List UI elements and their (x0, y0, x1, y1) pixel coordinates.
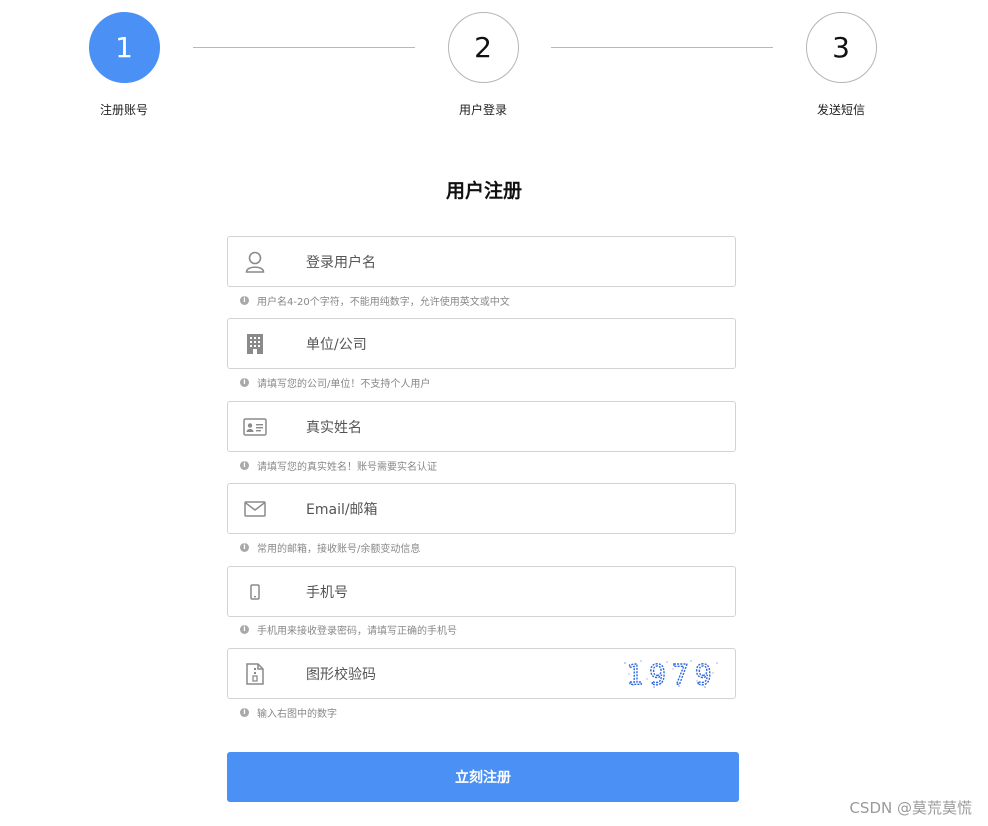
info-icon: i (240, 708, 249, 717)
id-card-icon (242, 414, 268, 440)
company-hint-text: 请填写您的公司/单位！不支持个人用户 (257, 379, 431, 390)
realname-field[interactable] (227, 401, 736, 452)
watermark: CSDN @莫荒莫慌 (849, 799, 972, 817)
phone-field[interactable] (227, 566, 736, 617)
step-2-circle: 2 (447, 12, 519, 83)
username-hint-text: 用户名4-20个字符，不能用纯数字，允许使用英文或中文 (257, 297, 510, 308)
step-1-circle: 1 (88, 12, 160, 83)
mail-icon (242, 496, 268, 522)
realname-input[interactable] (304, 412, 608, 444)
step-1-label: 注册账号 (99, 103, 148, 117)
captcha-image[interactable]: 1979 (621, 657, 723, 691)
step-3-circle: 3 (805, 12, 877, 83)
document-icon (242, 661, 268, 687)
realname-hint-text: 请填写您的真实姓名！账号需要实名认证 (257, 462, 437, 473)
registration-page: 1 注册账号 2 用户登录 3 发送短信 用户注册 i 用户名4-20个字符，不… (0, 0, 988, 826)
step-3-label: 发送短信 (816, 103, 865, 117)
phone-input[interactable] (304, 577, 608, 609)
email-hint: i 常用的邮箱，接收账号/余额变动信息 (240, 540, 420, 555)
username-input[interactable] (304, 247, 608, 279)
step-1: 1 注册账号 (64, 12, 184, 118)
username-hint: i 用户名4-20个字符，不能用纯数字，允许使用英文或中文 (240, 293, 510, 308)
email-hint-text: 常用的邮箱，接收账号/余额变动信息 (257, 544, 421, 555)
register-button[interactable]: 立刻注册 (227, 752, 739, 802)
step-2: 2 用户登录 (423, 12, 543, 118)
info-icon: i (240, 296, 249, 305)
company-hint: i 请填写您的公司/单位！不支持个人用户 (240, 375, 430, 390)
step-connector-1 (193, 47, 415, 48)
page-title: 用户注册 (445, 180, 522, 202)
info-icon: i (240, 543, 249, 552)
mobile-icon (242, 579, 268, 605)
captcha-field[interactable]: 1979 (227, 648, 736, 699)
email-input[interactable] (304, 494, 608, 526)
company-input[interactable] (304, 329, 608, 361)
company-field[interactable] (227, 318, 736, 369)
email-field[interactable] (227, 483, 736, 534)
step-2-label: 用户登录 (458, 103, 507, 117)
user-icon (242, 249, 268, 275)
captcha-input[interactable] (304, 659, 608, 691)
info-icon: i (240, 625, 249, 634)
info-icon: i (240, 378, 249, 387)
captcha-code: 1979 (626, 658, 717, 691)
captcha-hint: i 输入右图中的数字 (240, 705, 337, 720)
username-field[interactable] (227, 236, 736, 287)
step-3: 3 发送短信 (781, 12, 901, 118)
step-connector-2 (551, 47, 773, 48)
info-icon: i (240, 461, 249, 470)
phone-hint: i 手机用来接收登录密码，请填写正确的手机号 (240, 622, 457, 637)
building-icon (242, 331, 268, 357)
phone-hint-text: 手机用来接收登录密码，请填写正确的手机号 (257, 626, 457, 637)
realname-hint: i 请填写您的真实姓名！账号需要实名认证 (240, 458, 437, 473)
captcha-hint-text: 输入右图中的数字 (257, 709, 337, 720)
